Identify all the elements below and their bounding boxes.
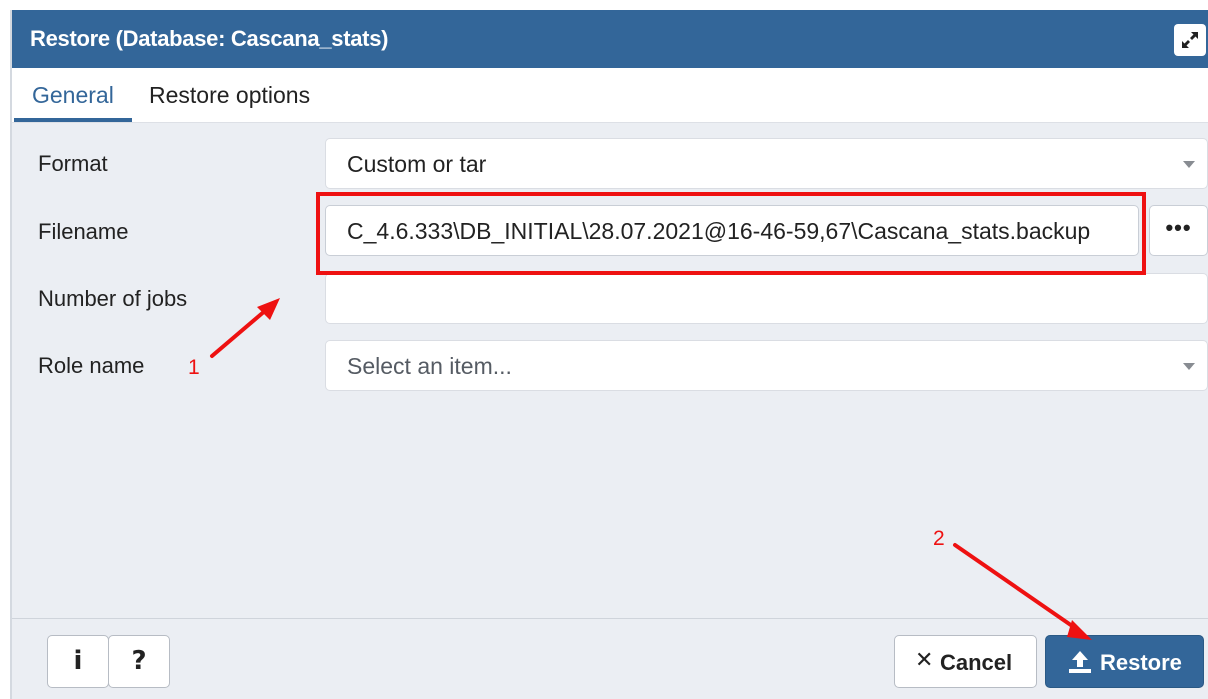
tab-general[interactable]: General xyxy=(32,82,114,109)
maximize-icon xyxy=(1182,32,1198,48)
annotation-marker-1: 1 xyxy=(188,356,200,379)
format-label: Format xyxy=(38,151,108,176)
filename-label: Filename xyxy=(38,219,129,244)
format-select-value: Custom or tar xyxy=(347,151,487,177)
maximize-button[interactable] xyxy=(1174,24,1206,56)
dialog-title: Restore (Database: Cascana_stats) xyxy=(30,26,389,51)
role-name-label: Role name xyxy=(38,353,145,378)
annotation-marker-2: 2 xyxy=(933,527,945,550)
dialog-footer: i ? ✕ Cancel Restore xyxy=(12,618,1208,699)
restore-dialog: Restore (Database: Cascana_stats) Genera… xyxy=(10,10,1208,699)
restore-button-label: Restore xyxy=(1100,650,1182,675)
chevron-down-icon xyxy=(1183,363,1195,370)
tab-restore-options[interactable]: Restore options xyxy=(149,82,310,109)
filename-value: C_4.6.333\DB_INITIAL\28.07.2021@16-46-59… xyxy=(347,218,1091,244)
cancel-button-label: Cancel xyxy=(940,650,1013,675)
close-icon: ✕ xyxy=(915,648,934,673)
browse-file-button[interactable]: ••• xyxy=(1149,205,1208,256)
number-of-jobs-input[interactable] xyxy=(325,273,1208,324)
restore-button[interactable]: Restore xyxy=(1045,635,1204,688)
filename-input[interactable]: C_4.6.333\DB_INITIAL\28.07.2021@16-46-59… xyxy=(325,205,1139,256)
cancel-button[interactable]: ✕ Cancel xyxy=(894,635,1037,688)
number-of-jobs-label: Number of jobs xyxy=(38,286,188,311)
tab-bar: General Restore options xyxy=(12,68,1208,123)
dialog-titlebar: Restore (Database: Cascana_stats) xyxy=(12,10,1208,68)
active-tab-indicator xyxy=(14,118,132,122)
chevron-down-icon xyxy=(1183,161,1195,168)
upload-icon xyxy=(1069,651,1091,673)
help-button[interactable]: ? xyxy=(108,635,170,688)
info-button[interactable]: i xyxy=(47,635,109,688)
format-select[interactable]: Custom or tar xyxy=(325,138,1208,189)
role-name-select[interactable]: Select an item... xyxy=(325,340,1208,391)
role-name-placeholder: Select an item... xyxy=(347,353,512,379)
